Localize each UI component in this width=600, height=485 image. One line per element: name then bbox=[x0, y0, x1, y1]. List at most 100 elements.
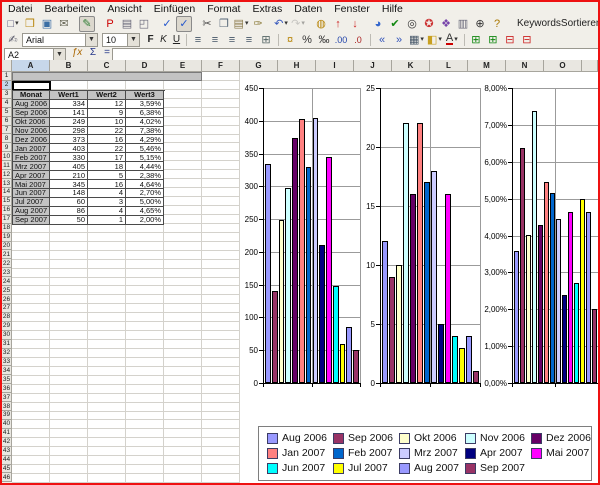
value-cell[interactable]: 2,70% bbox=[126, 189, 164, 198]
font-name-select[interactable]: Arial▼ bbox=[22, 33, 98, 47]
legend-item[interactable]: Dez 2006 bbox=[531, 432, 591, 444]
month-cell[interactable]: Sep 2007 bbox=[13, 216, 50, 225]
month-cell[interactable]: Jan 2007 bbox=[13, 144, 50, 153]
column-header-M[interactable]: M bbox=[468, 60, 506, 72]
row-header-3[interactable]: 3 bbox=[2, 90, 12, 99]
month-cell[interactable]: Aug 2007 bbox=[13, 207, 50, 216]
add-decimal-button[interactable]: .00 bbox=[333, 32, 349, 48]
row-header-18[interactable]: 18 bbox=[2, 224, 12, 233]
legend-item[interactable]: Mrz 2007 bbox=[399, 447, 458, 459]
menu-bearbeiten[interactable]: Bearbeiten bbox=[39, 3, 102, 15]
legend-item[interactable]: Sep 2007 bbox=[465, 462, 525, 474]
menu-einfügen[interactable]: Einfügen bbox=[148, 3, 201, 15]
value-cell[interactable]: 141 bbox=[50, 109, 88, 118]
value-cell[interactable]: 16 bbox=[88, 180, 126, 189]
increase-indent-button[interactable]: » bbox=[391, 32, 407, 48]
column-header-G[interactable]: G bbox=[240, 60, 278, 72]
column-header-L[interactable]: L bbox=[430, 60, 468, 72]
row-header-4[interactable]: 4 bbox=[2, 99, 12, 108]
merged-title-cell[interactable] bbox=[12, 72, 202, 81]
row-header-16[interactable]: 16 bbox=[2, 206, 12, 215]
cut-button[interactable]: ✂ bbox=[199, 16, 215, 32]
row-header-25[interactable]: 25 bbox=[2, 286, 12, 295]
column-header-F[interactable]: F bbox=[202, 60, 240, 72]
open-button[interactable]: ❒ bbox=[22, 16, 38, 32]
value-cell[interactable]: 345 bbox=[50, 180, 88, 189]
menu-daten[interactable]: Daten bbox=[288, 3, 328, 15]
row-header-26[interactable]: 26 bbox=[2, 295, 12, 304]
legend-item[interactable]: Jan 2007 bbox=[267, 447, 325, 459]
row-header-31[interactable]: 31 bbox=[2, 340, 12, 349]
row-header-5[interactable]: 5 bbox=[2, 108, 12, 117]
month-cell[interactable]: Dez 2006 bbox=[13, 135, 50, 144]
row-header-8[interactable]: 8 bbox=[2, 134, 12, 143]
legend-item[interactable]: Nov 2006 bbox=[465, 432, 525, 444]
edit-mode-button[interactable]: ✎ bbox=[79, 16, 95, 32]
chevron-down-icon[interactable]: ▼ bbox=[127, 34, 139, 46]
new-document-button[interactable]: □▾ bbox=[5, 16, 21, 32]
row-header-36[interactable]: 36 bbox=[2, 384, 12, 393]
align-right-button[interactable]: ≡ bbox=[224, 32, 240, 48]
menu-datei[interactable]: Datei bbox=[2, 3, 39, 15]
chevron-down-icon[interactable]: ▾ bbox=[245, 17, 249, 31]
value-cell[interactable]: 4,29% bbox=[126, 135, 164, 144]
row-header-6[interactable]: 6 bbox=[2, 117, 12, 126]
row-header-19[interactable]: 19 bbox=[2, 233, 12, 242]
row-header-28[interactable]: 28 bbox=[2, 313, 12, 322]
value-cell[interactable]: 4,02% bbox=[126, 118, 164, 127]
align-left-button[interactable]: ≡ bbox=[190, 32, 206, 48]
column-header-O[interactable]: O bbox=[544, 60, 582, 72]
row-header-24[interactable]: 24 bbox=[2, 277, 12, 286]
value-cell[interactable]: 4 bbox=[88, 189, 126, 198]
help-button[interactable]: ? bbox=[489, 16, 505, 32]
insert-row-button[interactable]: ⊞ bbox=[468, 32, 484, 48]
value-cell[interactable]: 50 bbox=[50, 216, 88, 225]
row-header-23[interactable]: 23 bbox=[2, 268, 12, 277]
italic-button[interactable]: K bbox=[157, 34, 170, 45]
value-cell[interactable]: 7,38% bbox=[126, 127, 164, 136]
column-header-K[interactable]: K bbox=[392, 60, 430, 72]
auto-spellcheck-button[interactable]: ✓ bbox=[176, 16, 192, 32]
menu-fenster[interactable]: Fenster bbox=[328, 3, 376, 15]
legend-item[interactable]: Sep 2006 bbox=[333, 432, 393, 444]
month-cell[interactable]: Mrz 2007 bbox=[13, 162, 50, 171]
value-cell[interactable]: 3 bbox=[88, 198, 126, 207]
month-cell[interactable]: Jul 2007 bbox=[13, 198, 50, 207]
insert-column-button[interactable]: ⊞ bbox=[485, 32, 501, 48]
row-header-42[interactable]: 42 bbox=[2, 438, 12, 447]
delete-row-button[interactable]: ⊟ bbox=[502, 32, 518, 48]
month-cell[interactable]: Sep 2006 bbox=[13, 109, 50, 118]
row-header-46[interactable]: 46 bbox=[2, 473, 12, 482]
value-cell[interactable]: 1 bbox=[88, 216, 126, 225]
row-header-20[interactable]: 20 bbox=[2, 242, 12, 251]
row-header-22[interactable]: 22 bbox=[2, 259, 12, 268]
row-header-37[interactable]: 37 bbox=[2, 393, 12, 402]
value-cell[interactable]: 2,00% bbox=[126, 216, 164, 225]
row-header-7[interactable]: 7 bbox=[2, 126, 12, 135]
legend-item[interactable]: Okt 2006 bbox=[399, 432, 457, 444]
month-cell[interactable]: Feb 2007 bbox=[13, 153, 50, 162]
row-header-32[interactable]: 32 bbox=[2, 349, 12, 358]
column-header-B[interactable]: B bbox=[50, 60, 88, 72]
chevron-down-icon[interactable]: ▼ bbox=[53, 49, 65, 60]
select-all-corner[interactable] bbox=[2, 60, 12, 72]
row-header-9[interactable]: 9 bbox=[2, 143, 12, 152]
table-header-wert3[interactable]: Wert3 bbox=[126, 91, 164, 100]
gallery-button[interactable]: ❖ bbox=[438, 16, 454, 32]
chevron-down-icon[interactable]: ▾ bbox=[15, 17, 19, 31]
insert-chart-button[interactable]: ◕ bbox=[370, 16, 386, 32]
sort-descending-button[interactable]: ↓ bbox=[347, 16, 363, 32]
row-header-30[interactable]: 30 bbox=[2, 331, 12, 340]
chevron-down-icon[interactable]: ▾ bbox=[420, 33, 424, 47]
row-header-35[interactable]: 35 bbox=[2, 375, 12, 384]
month-cell[interactable]: Apr 2007 bbox=[13, 171, 50, 180]
hyperlink-button[interactable]: ◍ bbox=[313, 16, 329, 32]
value-cell[interactable]: 16 bbox=[88, 135, 126, 144]
legend-item[interactable]: Jul 2007 bbox=[333, 462, 388, 474]
row-header-15[interactable]: 15 bbox=[2, 197, 12, 206]
chart-legend[interactable]: Aug 2006Sep 2006Okt 2006Nov 2006Dez 2006… bbox=[258, 426, 592, 481]
currency-format-button[interactable]: ¤ bbox=[282, 32, 298, 48]
column-header-D[interactable]: D bbox=[126, 60, 164, 72]
delete-column-button[interactable]: ⊟ bbox=[519, 32, 535, 48]
styles-button[interactable]: ✍ bbox=[5, 32, 21, 48]
